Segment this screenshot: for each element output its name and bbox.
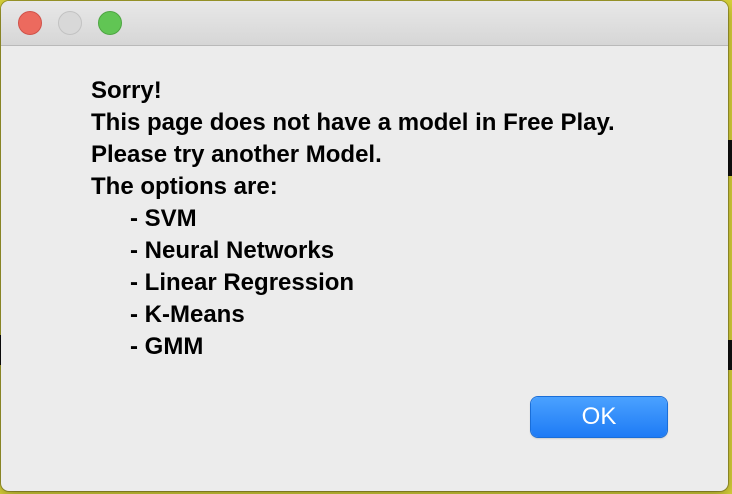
model-option: - Neural Networks [130, 237, 335, 264]
alert-dialog: Sorry! This page does not have a model i… [1, 1, 728, 491]
ok-button[interactable]: OK [531, 397, 667, 437]
message-line: Please try another Model. [91, 141, 382, 168]
model-option: - GMM [130, 333, 204, 360]
model-option: - SVM [130, 205, 197, 232]
minimize-window-button[interactable] [58, 11, 82, 35]
model-option: - Linear Regression [130, 269, 355, 296]
dialog-message: Sorry! This page does not have a model i… [91, 75, 691, 363]
close-window-button[interactable] [18, 11, 42, 35]
title-bar [1, 1, 728, 46]
model-option: - K-Means [130, 301, 245, 328]
message-line: This page does not have a model in Free … [91, 109, 615, 136]
message-line: Sorry! [91, 77, 162, 104]
zoom-window-button[interactable] [98, 11, 122, 35]
message-line: The options are: [91, 173, 278, 200]
